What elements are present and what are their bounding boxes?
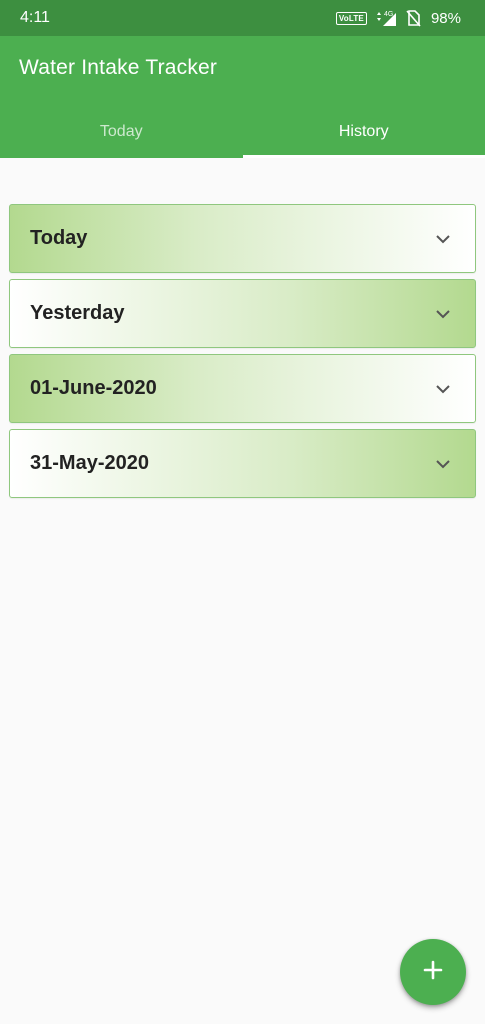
chevron-down-icon[interactable] bbox=[433, 379, 453, 399]
tab-indicator bbox=[242, 155, 485, 158]
plus-icon bbox=[423, 960, 443, 985]
app-title: Water Intake Tracker bbox=[19, 56, 218, 79]
tab-bar: Today History bbox=[0, 106, 485, 158]
battery-percentage: 98% bbox=[430, 9, 461, 27]
network-type-label: 4G bbox=[384, 11, 393, 18]
history-item-01-june-2020[interactable]: 01-June-2020 bbox=[9, 354, 476, 423]
status-bar: 4:11 VoLTE 4G 98% bbox=[0, 0, 485, 36]
history-item-label: 01-June-2020 bbox=[30, 377, 157, 399]
history-item-label: Today bbox=[30, 227, 88, 249]
history-item-today[interactable]: Today bbox=[9, 204, 476, 273]
status-icons: VoLTE 4G 98% bbox=[335, 9, 461, 27]
history-list: Today Yesterday 01-June-2020 31-May-2020 bbox=[9, 204, 476, 504]
tab-today-label: Today bbox=[99, 123, 143, 140]
tab-history-label: History bbox=[338, 123, 389, 140]
chevron-down-icon[interactable] bbox=[433, 454, 453, 474]
add-entry-fab[interactable] bbox=[400, 939, 466, 1005]
signal-icon: 4G bbox=[375, 9, 397, 27]
tab-today[interactable]: Today bbox=[0, 106, 243, 158]
chevron-down-icon[interactable] bbox=[433, 229, 453, 249]
history-item-31-may-2020[interactable]: 31-May-2020 bbox=[9, 429, 476, 498]
history-item-label: 31-May-2020 bbox=[30, 452, 149, 474]
app-bar: Water Intake Tracker Today History bbox=[0, 36, 485, 158]
history-item-label: Yesterday bbox=[30, 302, 125, 324]
status-time: 4:11 bbox=[20, 9, 50, 26]
tab-history[interactable]: History bbox=[242, 106, 485, 158]
no-sim-icon bbox=[405, 9, 421, 27]
volte-badge: VoLTE bbox=[335, 11, 367, 25]
chevron-down-icon[interactable] bbox=[433, 304, 453, 324]
history-item-yesterday[interactable]: Yesterday bbox=[9, 279, 476, 348]
